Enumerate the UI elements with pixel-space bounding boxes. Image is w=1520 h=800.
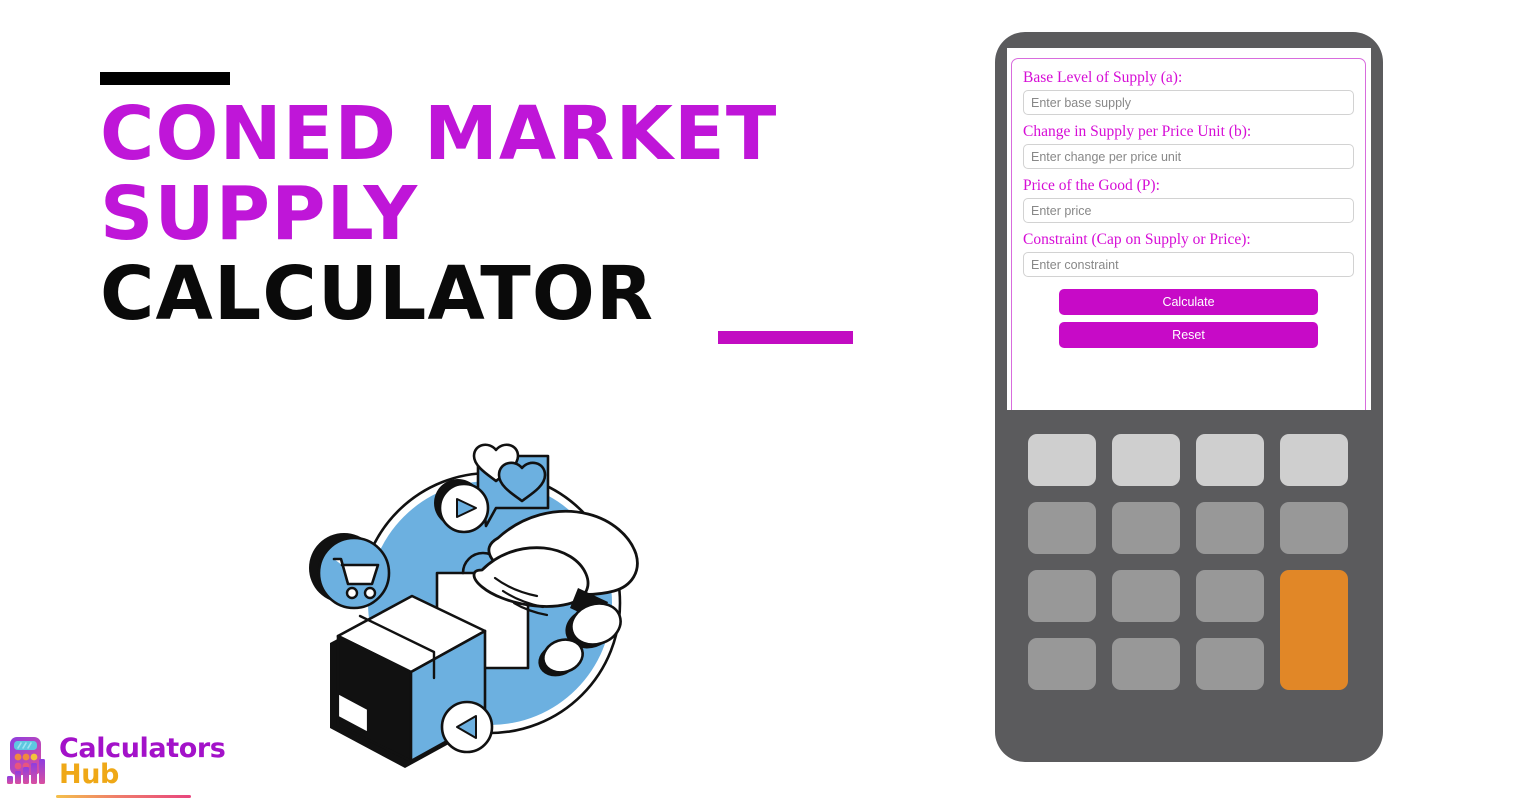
page-title-line-3: Calculator [100,250,655,337]
keypad-key[interactable] [1028,434,1096,486]
field-group-change-per-price-unit: Change in Supply per Price Unit (b): [1023,123,1354,170]
keypad-key[interactable] [1112,434,1180,486]
keypad-key[interactable] [1280,434,1348,486]
calculate-button[interactable]: Calculate [1059,289,1318,316]
label-constraint: Constraint (Cap on Supply or Price): [1023,231,1251,249]
calculators-hub-logo[interactable]: Calculators Hub [4,734,226,794]
label-price: Price of the Good (P): [1023,177,1160,195]
page-title: Coned Market Supply Calculator [100,72,900,344]
title-accent-bar-top [100,72,230,85]
reset-button[interactable]: Reset [1059,322,1318,349]
price-input[interactable] [1023,198,1354,224]
field-group-base-supply: Base Level of Supply (a): [1023,69,1354,116]
keypad-key[interactable] [1028,638,1096,690]
keypad-key[interactable] [1280,502,1348,554]
logo-word-hub: Hub [59,758,119,790]
keypad-key[interactable] [1196,434,1264,486]
keypad-key[interactable] [1112,570,1180,622]
supply-calculator-form: Base Level of Supply (a): Change in Supp… [1011,58,1366,410]
keypad-key-equals[interactable] [1280,570,1348,690]
ecommerce-delivery-illustration [300,428,675,773]
keypad-key[interactable] [1028,502,1096,554]
form-actions: Calculate Reset [1023,285,1354,349]
change-per-price-unit-input[interactable] [1023,144,1354,170]
calculator-device: Base Level of Supply (a): Change in Supp… [995,32,1383,762]
label-base-supply: Base Level of Supply (a): [1023,69,1183,86]
field-group-constraint: Constraint (Cap on Supply or Price): [1023,231,1354,278]
title-accent-bar-bottom [718,330,853,344]
page-title-line-2: Supply [100,170,419,257]
label-change-per-price-unit: Change in Supply per Price Unit (b): [1023,123,1252,141]
page-title-line-1: Coned Market [100,91,778,177]
calculator-bar-chart-icon [4,734,56,786]
keypad-key[interactable] [1196,502,1264,554]
base-supply-input[interactable] [1023,90,1354,116]
keypad-key[interactable] [1112,502,1180,554]
keypad-key[interactable] [1028,570,1096,622]
logo-underline [56,795,191,798]
calculator-keypad [1028,434,1350,690]
field-group-price: Price of the Good (P): [1023,177,1354,224]
constraint-input[interactable] [1023,252,1354,278]
keypad-key[interactable] [1112,638,1180,690]
keypad-key[interactable] [1196,570,1264,622]
keypad-key[interactable] [1196,638,1264,690]
calculator-screen: Base Level of Supply (a): Change in Supp… [1007,48,1371,410]
hero-section: Coned Market Supply Calculator [0,0,960,800]
